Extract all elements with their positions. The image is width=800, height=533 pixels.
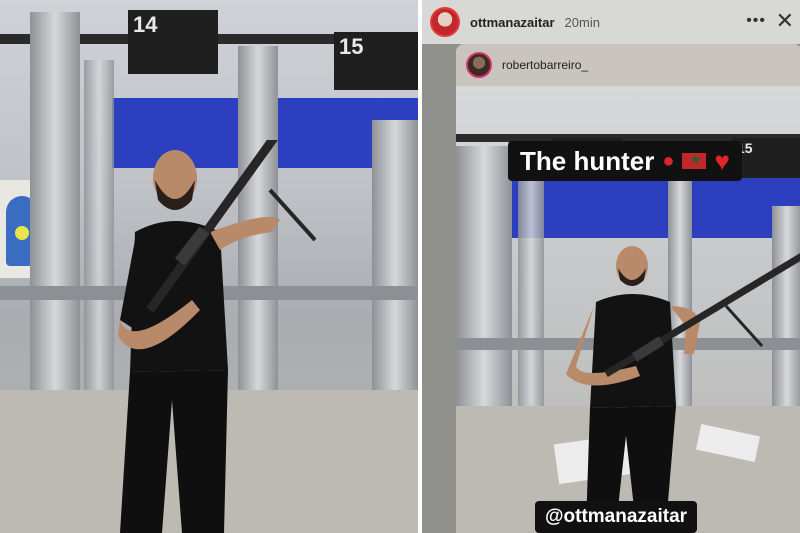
story-timestamp: 20min (564, 14, 600, 30)
story-caption-sticker: The hunter ● ★ ♥ (508, 141, 742, 181)
morocco-flag-icon: ★ (682, 150, 707, 173)
man-with-rifle (566, 246, 800, 533)
lane-sign-15: 15 (732, 138, 800, 178)
mention-sticker[interactable]: @ottmanazaitar (535, 501, 698, 533)
left-photo: 14 15 (0, 0, 418, 533)
user-avatar[interactable] (430, 7, 460, 37)
story-viewer: ottmanazaitar 20min ••• ✕ robertobarreir… (422, 0, 800, 533)
caption-text: The hunter (520, 145, 655, 176)
repost-avatar[interactable] (466, 52, 492, 78)
heart-icon: ♥ (714, 145, 730, 176)
repost-username[interactable]: robertobarreiro_ (502, 58, 588, 72)
close-icon[interactable]: ✕ (776, 8, 794, 34)
reposted-story-card[interactable]: robertobarreiro_ 15 The hunter ● ★ ♥ @ot… (456, 44, 800, 533)
ellipsis-icon[interactable]: ••• (746, 12, 766, 30)
man-with-rifle (118, 140, 317, 533)
repost-header: robertobarreiro_ (456, 44, 800, 86)
boxing-glove-icon: ● (662, 149, 675, 172)
lane-sign-14: 14 (128, 10, 218, 74)
lane-sign-15: 15 (334, 32, 418, 90)
story-username[interactable]: ottmanazaitar (470, 15, 555, 30)
story-header: ottmanazaitar 20min ••• ✕ (422, 0, 800, 44)
